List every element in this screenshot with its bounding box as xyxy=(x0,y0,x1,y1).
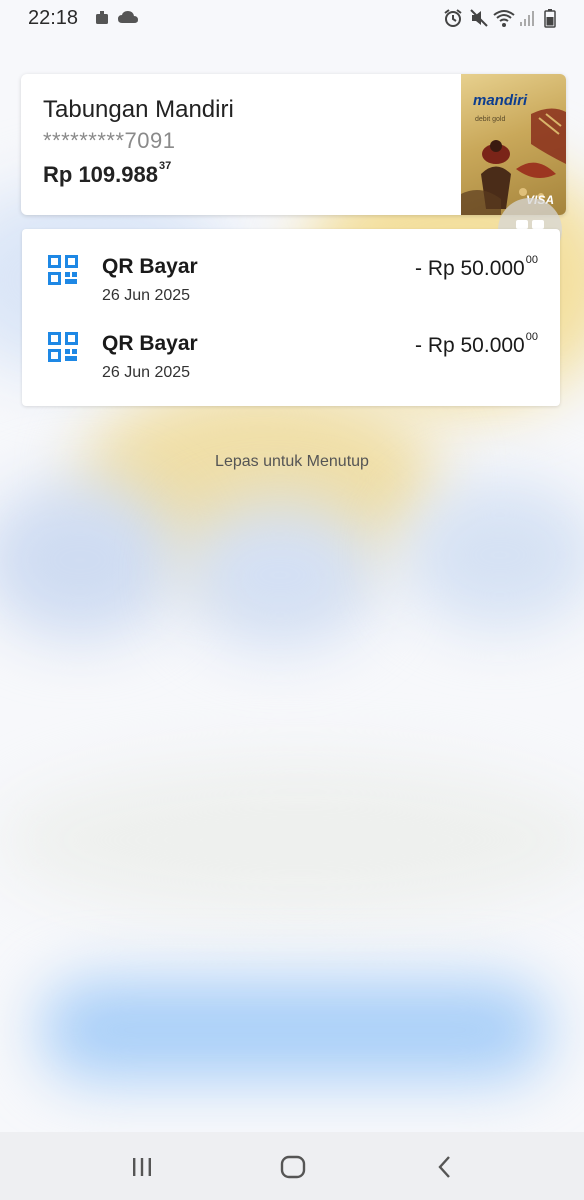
transaction-amount: - Rp 50.00000 xyxy=(415,254,538,281)
transaction-title: QR Bayar xyxy=(102,332,198,355)
transaction-date: 26 Jun 2025 xyxy=(102,364,191,381)
transaction-row[interactable]: QR Bayar 26 Jun 2025 - Rp 50.00000 xyxy=(22,306,560,381)
amount-cents: 00 xyxy=(525,254,538,266)
card-type: debit gold xyxy=(475,116,506,123)
wifi-icon xyxy=(493,10,515,27)
notification-icon xyxy=(96,11,108,24)
navigation-bar xyxy=(0,1132,584,1200)
amount-main: - Rp 50.000 xyxy=(415,257,525,280)
transaction-list: QR Bayar 26 Jun 2025 - Rp 50.00000 QR Ba… xyxy=(22,229,560,406)
qr-icon xyxy=(48,332,78,362)
balance-cents: 37 xyxy=(158,160,172,172)
account-card[interactable]: Tabungan Mandiri *********7091 Rp 109.98… xyxy=(21,74,566,215)
alarm-icon xyxy=(444,9,462,27)
home-icon[interactable] xyxy=(278,1152,308,1182)
transaction-date: 26 Jun 2025 xyxy=(102,287,191,304)
recents-icon[interactable] xyxy=(127,1152,157,1182)
balance-main: Rp 109.988 xyxy=(43,162,158,187)
amount-main: - Rp 50.000 xyxy=(415,334,525,357)
transaction-title: QR Bayar xyxy=(102,255,198,278)
account-number: *********7091 xyxy=(43,128,176,153)
amount-cents: 00 xyxy=(525,331,538,343)
account-name: Tabungan Mandiri xyxy=(43,96,234,123)
transaction-amount: - Rp 50.00000 xyxy=(415,331,538,358)
account-balance: Rp 109.98837 xyxy=(43,160,172,188)
release-to-close-hint: Lepas untuk Menutup xyxy=(215,453,369,470)
clock: 22:18 xyxy=(28,7,79,29)
transaction-row[interactable]: QR Bayar 26 Jun 2025 - Rp 50.00000 xyxy=(22,229,560,304)
back-icon[interactable] xyxy=(430,1152,460,1182)
qr-icon xyxy=(48,255,78,285)
signal-icon xyxy=(520,11,534,26)
debit-card-image: mandiri debit gold VISA xyxy=(461,74,566,215)
status-bar: 22:18 xyxy=(0,0,584,36)
cloud-icon xyxy=(118,11,138,23)
card-brand: mandiri xyxy=(473,92,528,109)
mute-icon xyxy=(470,9,488,27)
battery-icon xyxy=(544,9,556,28)
